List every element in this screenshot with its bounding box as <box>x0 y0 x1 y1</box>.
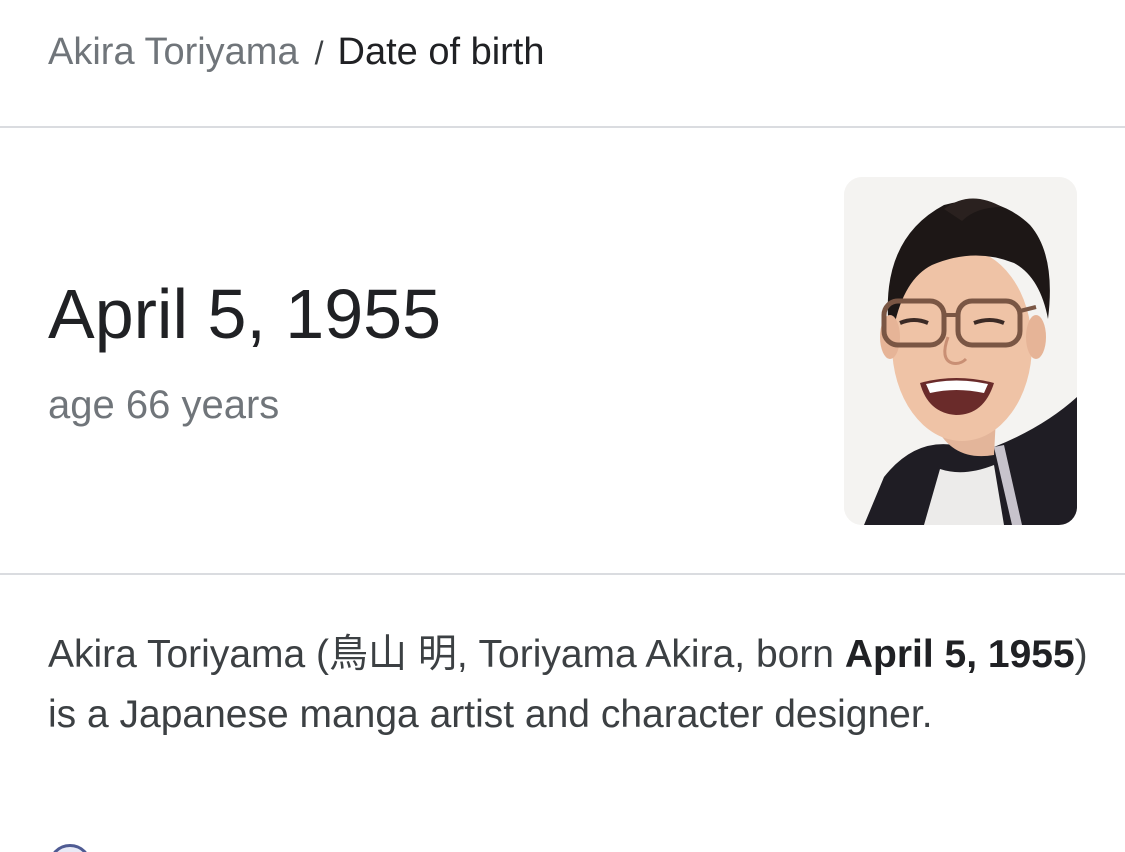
source-favicon-icon[interactable] <box>48 844 92 852</box>
person-photo[interactable] <box>844 177 1077 525</box>
breadcrumb: Akira Toriyama / Date of birth <box>48 28 545 77</box>
breadcrumb-separator: / <box>314 35 324 71</box>
description-part1: Akira Toriyama (鳥山 明, Toriyama Akira, bo… <box>48 633 845 676</box>
breadcrumb-current: Date of birth <box>337 31 545 73</box>
description-bold-date: April 5, 1955 <box>844 633 1075 676</box>
breadcrumb-parent-link[interactable]: Akira Toriyama <box>48 31 299 73</box>
answer-date: April 5, 1955 <box>48 275 442 353</box>
description-text: Akira Toriyama (鳥山 明, Toriyama Akira, bo… <box>48 625 1088 745</box>
person-photo-illustration <box>844 177 1077 525</box>
divider-middle <box>0 573 1125 575</box>
divider-top <box>0 126 1125 128</box>
answer-age: age 66 years <box>48 383 280 427</box>
knowledge-panel: Akira Toriyama / Date of birth April 5, 19… <box>0 0 1125 852</box>
